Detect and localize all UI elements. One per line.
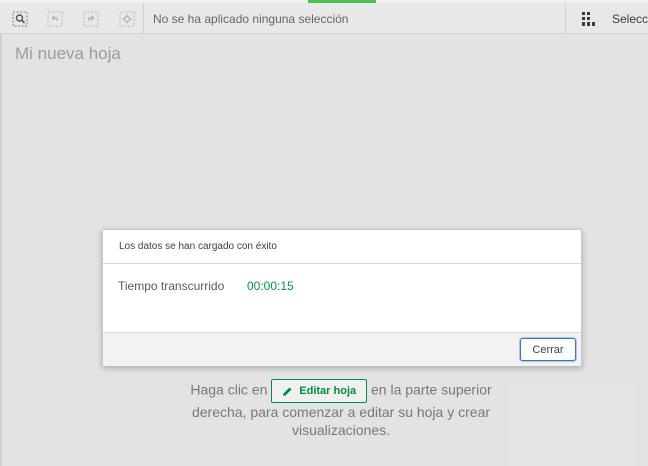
dialog-title: Los datos se han cargado con éxito	[119, 241, 277, 252]
elapsed-time-label: Tiempo transcurrido	[118, 279, 225, 293]
dialog-footer: Cerrar	[103, 332, 581, 366]
dialog-body: Tiempo transcurrido 00:00:15	[103, 264, 581, 332]
elapsed-time-value: 00:00:15	[247, 279, 294, 293]
dialog-header: Los datos se han cargado con éxito	[103, 230, 581, 264]
data-load-dialog: Los datos se han cargado con éxito Tiemp…	[102, 229, 582, 366]
close-button[interactable]: Cerrar	[520, 338, 576, 361]
